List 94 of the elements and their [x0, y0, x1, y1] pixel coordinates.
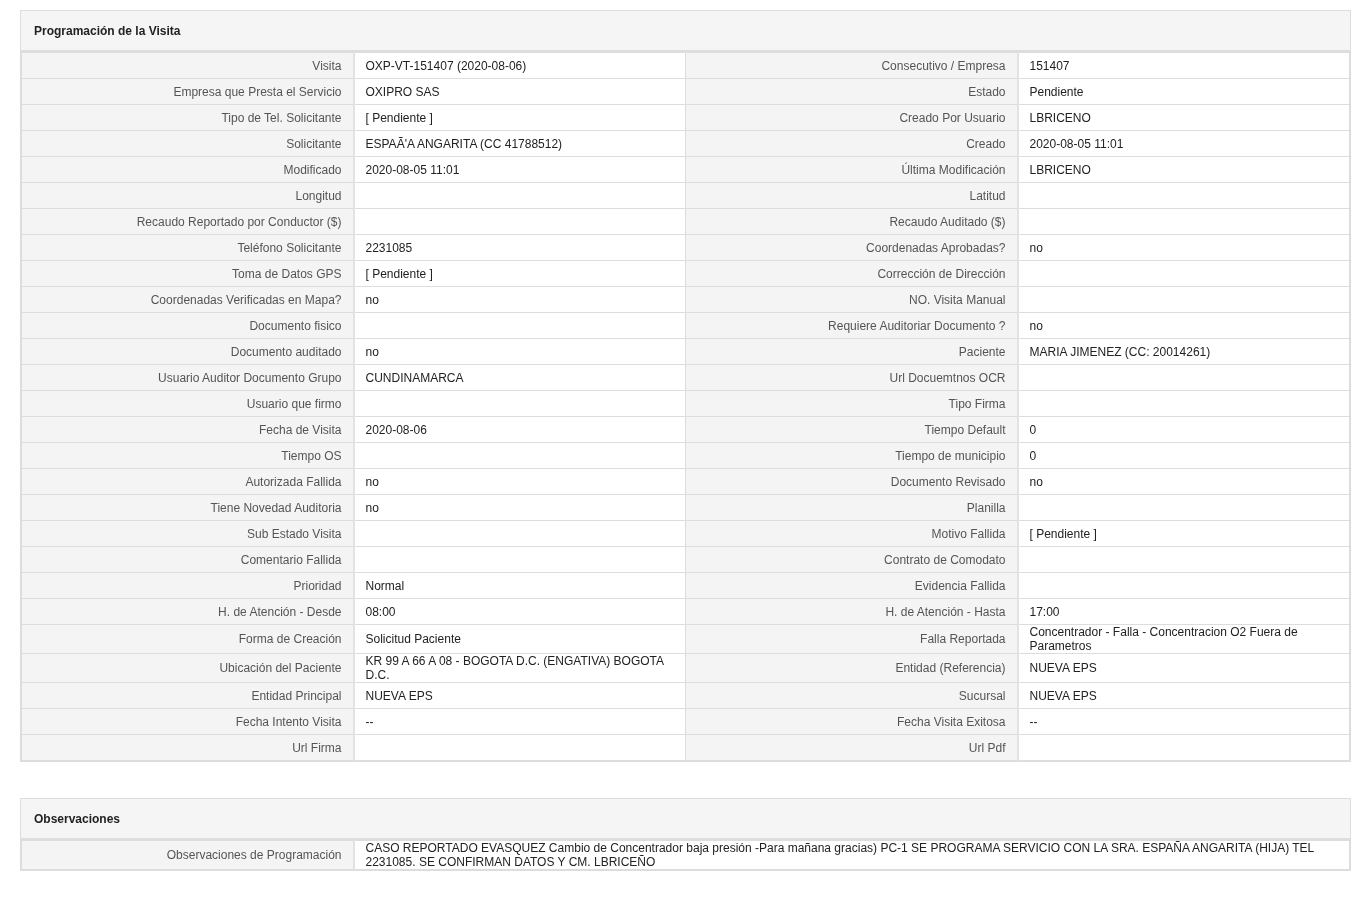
field-label: Usuario Auditor Documento Grupo: [21, 364, 354, 391]
field-value: 2020-08-05 11:01: [1017, 130, 1350, 157]
field-label: Documento Revisado: [685, 468, 1018, 495]
field-value: CUNDINAMARCA: [353, 364, 686, 391]
field-value: LBRICENO: [1017, 104, 1350, 131]
field-label: Contrato de Comodato: [685, 546, 1018, 573]
field-label: Documento auditado: [21, 338, 354, 365]
field-label: Evidencia Fallida: [685, 572, 1018, 599]
field-value: Solicitud Paciente: [353, 624, 686, 654]
field-label: Entidad (Referencia): [685, 653, 1018, 683]
field-value: 08:00: [353, 598, 686, 625]
section-title: Observaciones: [34, 811, 121, 826]
field-value: 0: [1017, 416, 1350, 443]
field-value: no: [353, 468, 686, 495]
field-label: Tiempo Default: [685, 416, 1018, 443]
field-label: Longitud: [21, 182, 354, 209]
field-label: Modificado: [21, 156, 354, 183]
field-label: Url Pdf: [685, 734, 1018, 761]
section-title: Programación de la Visita: [34, 23, 181, 38]
field-label: Fecha de Visita: [21, 416, 354, 443]
field-label: Motivo Fallida: [685, 520, 1018, 547]
field-label: H. de Atención - Desde: [21, 598, 354, 625]
field-label: Usuario que firmo: [21, 390, 354, 417]
field-value: no: [353, 494, 686, 521]
field-value: CASO REPORTADO EVASQUEZ Cambio de Concentrador baja presión -Para mañana gracias) PC-1 SE PROGRAMA SERVICIO CON LA SRA. ESPAÑA ANGARITA (HIJA) TEL 2231085. SE CONFIRMAN DATOS Y CM. LBRICEÑO: [353, 840, 1350, 870]
field-label: Autorizada Fallida: [21, 468, 354, 495]
field-label: Sucursal: [685, 682, 1018, 709]
field-value: OXP-VT-151407 (2020-08-06): [353, 52, 686, 79]
field-value: LBRICENO: [1017, 156, 1350, 183]
field-label: Creado Por Usuario: [685, 104, 1018, 131]
field-label: Tipo de Tel. Solicitante: [21, 104, 354, 131]
field-value: no: [1017, 312, 1350, 339]
field-value: no: [353, 286, 686, 313]
field-label: Recaudo Reportado por Conductor ($): [21, 208, 354, 235]
field-label: Tipo Firma: [685, 390, 1018, 417]
field-value: --: [353, 708, 686, 735]
field-label: Empresa que Presta el Servicio: [21, 78, 354, 105]
field-value: no: [1017, 234, 1350, 261]
field-value: NUEVA EPS: [1017, 682, 1350, 709]
field-label: Url Firma: [21, 734, 354, 761]
field-value: [ Pendiente ]: [1017, 520, 1350, 547]
field-label: Solicitante: [21, 130, 354, 157]
field-label: Tiempo OS: [21, 442, 354, 469]
field-value: MARIA JIMENEZ (CC: 20014261): [1017, 338, 1350, 365]
field-value: [ Pendiente ]: [353, 104, 686, 131]
field-value: OXIPRO SAS: [353, 78, 686, 105]
field-label: Creado: [685, 130, 1018, 157]
field-label: Prioridad: [21, 572, 354, 599]
field-label: Falla Reportada: [685, 624, 1018, 654]
field-label: Sub Estado Visita: [21, 520, 354, 547]
field-value: ESPAÃ'A ANGARITA (CC 41788512): [353, 130, 686, 157]
field-value: NUEVA EPS: [353, 682, 686, 709]
field-value: [ Pendiente ]: [353, 260, 686, 287]
field-value: 0: [1017, 442, 1350, 469]
field-value: KR 99 A 66 A 08 - BOGOTA D.C. (ENGATIVA) BOGOTA D.C.: [353, 653, 686, 683]
field-value: no: [353, 338, 686, 365]
field-label: Toma de Datos GPS: [21, 260, 354, 287]
field-value: 2231085: [353, 234, 686, 261]
field-label: Coordenadas Verificadas en Mapa?: [21, 286, 354, 313]
field-value: NUEVA EPS: [1017, 653, 1350, 683]
field-label: Consecutivo / Empresa: [685, 52, 1018, 79]
field-value: Concentrador - Falla - Concentracion O2 Fuera de Parametros: [1017, 624, 1350, 654]
field-label: Visita: [21, 52, 354, 79]
field-label: Forma de Creación: [21, 624, 354, 654]
field-value: 2020-08-05 11:01: [353, 156, 686, 183]
field-label: Latitud: [685, 182, 1018, 209]
field-label: Planilla: [685, 494, 1018, 521]
field-label: H. de Atención - Hasta: [685, 598, 1018, 625]
field-label: Fecha Intento Visita: [21, 708, 354, 735]
field-label: NO. Visita Manual: [685, 286, 1018, 313]
field-value: 17:00: [1017, 598, 1350, 625]
field-value: 151407: [1017, 52, 1350, 79]
field-label: Tiempo de municipio: [685, 442, 1018, 469]
field-value: Normal: [353, 572, 686, 599]
field-label: Recaudo Auditado ($): [685, 208, 1018, 235]
field-label: Url Docuemtnos OCR: [685, 364, 1018, 391]
field-label: Requiere Auditoriar Documento ?: [685, 312, 1018, 339]
field-label: Tiene Novedad Auditoria: [21, 494, 354, 521]
field-label: Comentario Fallida: [21, 546, 354, 573]
field-label: Observaciones de Programación: [21, 840, 354, 870]
field-label: Entidad Principal: [21, 682, 354, 709]
field-label: Ubicación del Paciente: [21, 653, 354, 683]
field-label: Fecha Visita Exitosa: [685, 708, 1018, 735]
field-label: Estado: [685, 78, 1018, 105]
field-label: Documento fisico: [21, 312, 354, 339]
field-label: Teléfono Solicitante: [21, 234, 354, 261]
field-value: Pendiente: [1017, 78, 1350, 105]
field-value: 2020-08-06: [353, 416, 686, 443]
field-label: Última Modificación: [685, 156, 1018, 183]
field-label: Coordenadas Aprobadas?: [685, 234, 1018, 261]
field-label: Corrección de Dirección: [685, 260, 1018, 287]
field-value: no: [1017, 468, 1350, 495]
field-value: --: [1017, 708, 1350, 735]
field-label: Paciente: [685, 338, 1018, 365]
